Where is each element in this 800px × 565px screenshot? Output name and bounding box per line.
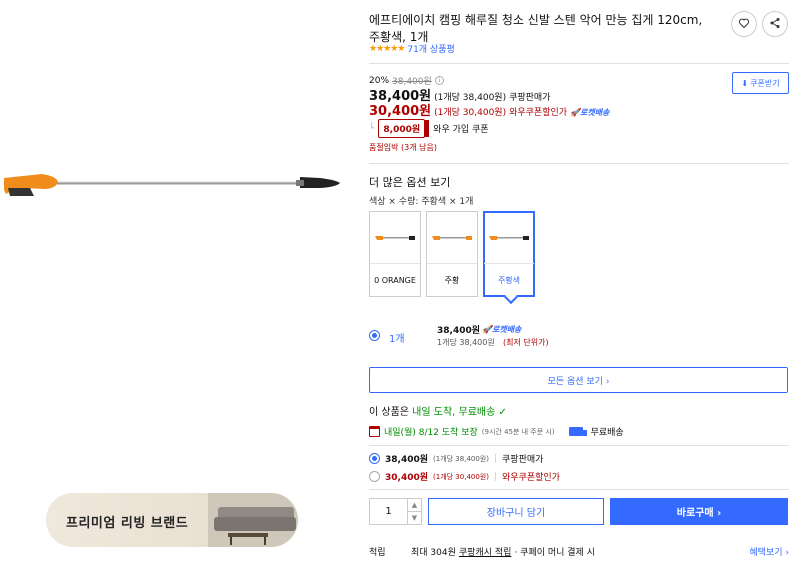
option-thumbnail — [484, 212, 534, 264]
premium-brand-banner[interactable]: 프리미엄 리빙 브랜드 — [46, 493, 298, 547]
quantity-stepper[interactable]: 1 ▲ ▼ — [369, 498, 422, 525]
discount-rate: 20% — [369, 75, 390, 86]
selected-option-summary: 색상 × 수량: 주황색 × 1개 — [369, 197, 474, 207]
separator: | — [493, 453, 498, 464]
share-icon — [769, 17, 781, 32]
reward-label: 적립 — [369, 548, 386, 558]
coupon-download-button[interactable]: ⬇ 쿠폰받기 — [732, 72, 789, 94]
options-heading: 더 많은 옵션 보기 — [369, 176, 451, 189]
quantity-option-label: 1개 — [389, 334, 405, 345]
option-tile-orange-selected[interactable]: 주황색 — [483, 211, 535, 297]
option-tile-0-orange[interactable]: 0 ORANGE — [369, 211, 421, 297]
wow-coupon-row: └ 8,000원 와우 가입 쿠폰 — [369, 119, 489, 138]
seller-unit: (1개당 38,400원) — [433, 454, 489, 463]
quantity-arrows: ▲ ▼ — [407, 499, 421, 524]
seller-radio[interactable] — [369, 453, 380, 464]
option-tiles: 0 ORANGE 주황 주황색 — [369, 211, 535, 297]
reward-row: 적립 최대 304원 쿠팡캐시 적립 · 쿠페이 머니 결제 시 혜택보기 › — [369, 545, 789, 558]
quantity-option-unit: 1개당 38,400원 — [437, 338, 495, 347]
lowest-unit-note: (최저 단위가) — [503, 338, 549, 347]
arrival-highlight: 내일 도착, 무료배송 — [412, 407, 496, 418]
shipping-fee: 무료배송 — [590, 428, 624, 438]
low-stock-notice: 품절임박 (3개 남음) — [369, 143, 437, 152]
heart-icon — [738, 17, 750, 32]
separator: | — [493, 471, 498, 482]
option-thumbnail — [427, 212, 477, 264]
add-to-cart-button[interactable]: 장바구니 담기 — [428, 498, 604, 525]
reward-max: 최대 304원 — [411, 548, 456, 558]
order-cutoff: (9시간 45분 내 주문 시) — [481, 427, 555, 436]
divider — [369, 489, 789, 490]
seller-label: 쿠팡판매가 — [502, 455, 544, 465]
option-tile-label: 0 ORANGE — [374, 275, 416, 285]
coupay-note: · 쿠페이 머니 결제 시 — [514, 548, 595, 558]
wow-price: 30,400원 — [369, 104, 432, 119]
quantity-option[interactable]: 1개 38,400원 🚀로켓배송 1개당 38,400원 (최저 단위가) — [369, 323, 789, 351]
seller-option-row[interactable]: 38,400원 (1개당 38,400원) | 쿠팡판매가 — [369, 452, 543, 465]
seller-unit: (1개당 30,400원) — [433, 472, 489, 481]
rocket-delivery-badge: 🚀로켓배송 — [570, 108, 610, 117]
seller-radio[interactable] — [369, 471, 380, 482]
seller-label: 와우쿠폰할인가 — [502, 473, 560, 483]
calendar-icon — [369, 426, 380, 437]
coupon-button-label: 쿠폰받기 — [750, 78, 780, 88]
product-title: 에프티에이치 캠핑 해루질 청소 신발 스텐 악어 만능 집게 120cm, 주… — [369, 13, 703, 44]
arrival-headline: 이 상품은 내일 도착, 무료배송 ✓ — [369, 407, 507, 418]
download-icon: ⬇ — [741, 78, 749, 88]
wow-coupon-amount: 8,000원 — [378, 119, 429, 138]
review-count-link[interactable]: 71개 상품평 — [407, 42, 454, 55]
wow-unit-price: (1개당 30,400원) — [434, 108, 507, 118]
purchase-actions: 1 ▲ ▼ 장바구니 담기 바로구매 › — [369, 498, 788, 525]
option-thumbnail — [370, 212, 420, 264]
option-tile-label: 주황 — [444, 275, 460, 285]
product-image — [0, 160, 345, 220]
rating: ★★★★★ 71개 상품평 — [369, 42, 455, 56]
divider — [369, 63, 789, 64]
indent-mark: └ — [369, 123, 375, 134]
divider — [369, 445, 789, 446]
benefit-link[interactable]: 혜택보기 › — [749, 545, 789, 558]
buy-now-button[interactable]: 바로구매 › — [610, 498, 788, 525]
coupang-cash-link[interactable]: 쿠팡캐시 적립 — [459, 545, 512, 558]
wishlist-button[interactable] — [731, 11, 757, 37]
option-tile-orange[interactable]: 주황 — [426, 211, 478, 297]
divider — [369, 163, 789, 164]
chevron-up-icon[interactable]: ▲ — [408, 499, 421, 512]
arrival-date: 내일(월) 8/12 도착 보장 — [384, 428, 478, 438]
star-rating-icon: ★★★★★ — [369, 43, 405, 54]
all-options-button[interactable]: 모든 옵션 보기 › — [369, 367, 788, 393]
banner-text: 프리미엄 리빙 브랜드 — [66, 516, 189, 531]
chevron-down-icon[interactable]: ▼ — [408, 512, 421, 524]
quantity-option-radio[interactable] — [369, 330, 380, 341]
share-button[interactable] — [762, 11, 788, 37]
delivery-row: 내일(월) 8/12 도착 보장 (9시간 45분 내 주문 시) 무료배송 — [369, 425, 624, 438]
seller-option-row[interactable]: 30,400원 (1개당 30,400원) | 와우쿠폰할인가 — [369, 470, 560, 483]
quantity-input[interactable]: 1 — [370, 499, 407, 524]
rocket-delivery-badge: 🚀로켓배송 — [482, 325, 522, 334]
option-tile-label: 주황색 — [497, 275, 521, 285]
wow-coupon-text: 와우 가입 쿠폰 — [433, 125, 489, 135]
wow-price-row: 30,400원 (1개당 30,400원) 와우쿠폰할인가 🚀로켓배송 — [369, 100, 609, 119]
seller-price: 38,400원 — [385, 455, 429, 465]
seller-price: 30,400원 — [385, 473, 429, 483]
sofa-image — [208, 493, 298, 547]
quantity-option-price: 38,400원 — [437, 326, 481, 336]
check-icon: ✓ — [498, 407, 507, 418]
truck-icon — [568, 427, 587, 436]
info-icon[interactable]: i — [434, 76, 444, 85]
wow-label: 와우쿠폰할인가 — [509, 108, 568, 118]
